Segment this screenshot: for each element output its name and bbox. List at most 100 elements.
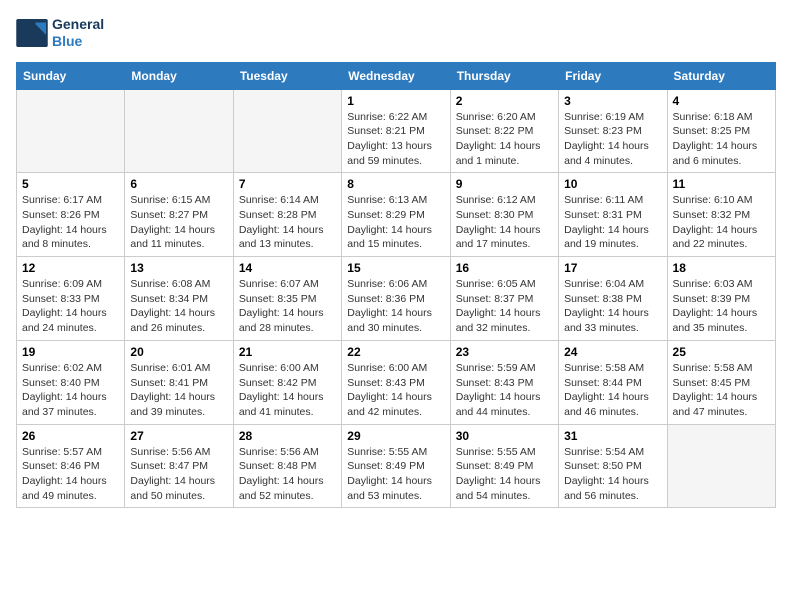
calendar-cell: 9 Sunrise: 6:12 AMSunset: 8:30 PMDaylight… xyxy=(450,173,558,257)
day-number: 7 xyxy=(239,177,336,191)
day-number: 4 xyxy=(673,94,770,108)
calendar-cell: 25Sunrise: 5:58 AMSunset: 8:45 PMDayligh… xyxy=(667,340,775,424)
calendar-cell: 23 Sunrise: 5:59 AMSunset: 8:43 PMDayligh… xyxy=(450,340,558,424)
day-number: 18 xyxy=(673,261,770,275)
day-number: 31 xyxy=(564,429,661,443)
calendar-cell: 11 Sunrise: 6:10 AMSunset: 8:32 PMDayligh… xyxy=(667,173,775,257)
calendar-cell: 18 Sunrise: 6:03 AMSunset: 8:39 PMDayligh… xyxy=(667,257,775,341)
day-info: Sunrise: 6:19 AMSunset: 8:23 PMDaylight:… xyxy=(564,110,661,169)
day-info: Sunrise: 5:56 AMSunset: 8:48 PMDaylight:… xyxy=(239,445,336,504)
day-info: Sunrise: 5:56 AMSunset: 8:47 PMDaylight:… xyxy=(130,445,227,504)
calendar-cell: 5 Sunrise: 6:17 AMSunset: 8:26 PMDaylight… xyxy=(17,173,125,257)
day-info: Sunrise: 6:03 AMSunset: 8:39 PMDaylight:… xyxy=(673,277,770,336)
calendar-cell: 12 Sunrise: 6:09 AMSunset: 8:33 PMDayligh… xyxy=(17,257,125,341)
day-number: 26 xyxy=(22,429,119,443)
day-info: Sunrise: 6:05 AMSunset: 8:37 PMDaylight:… xyxy=(456,277,553,336)
calendar-cell: 10 Sunrise: 6:11 AMSunset: 8:31 PMDayligh… xyxy=(559,173,667,257)
day-info: Sunrise: 6:17 AMSunset: 8:26 PMDaylight:… xyxy=(22,193,119,252)
calendar-cell xyxy=(125,89,233,173)
calendar-cell: 16Sunrise: 6:05 AMSunset: 8:37 PMDayligh… xyxy=(450,257,558,341)
day-info: Sunrise: 6:02 AMSunset: 8:40 PMDaylight:… xyxy=(22,361,119,420)
day-number: 3 xyxy=(564,94,661,108)
day-info: Sunrise: 6:15 AMSunset: 8:27 PMDaylight:… xyxy=(130,193,227,252)
calendar-header-row: SundayMondayTuesdayWednesdayThursdayFrid… xyxy=(17,62,776,89)
day-info: Sunrise: 5:55 AMSunset: 8:49 PMDaylight:… xyxy=(347,445,444,504)
day-number: 15 xyxy=(347,261,444,275)
calendar-cell xyxy=(233,89,341,173)
day-number: 14 xyxy=(239,261,336,275)
calendar-week-row: 1 Sunrise: 6:22 AMSunset: 8:21 PMDaylight… xyxy=(17,89,776,173)
day-info: Sunrise: 6:14 AMSunset: 8:28 PMDaylight:… xyxy=(239,193,336,252)
calendar-week-row: 12 Sunrise: 6:09 AMSunset: 8:33 PMDayligh… xyxy=(17,257,776,341)
day-info: Sunrise: 6:07 AMSunset: 8:35 PMDaylight:… xyxy=(239,277,336,336)
day-number: 9 xyxy=(456,177,553,191)
day-number: 19 xyxy=(22,345,119,359)
calendar-cell: 1 Sunrise: 6:22 AMSunset: 8:21 PMDaylight… xyxy=(342,89,450,173)
day-info: Sunrise: 6:00 AMSunset: 8:43 PMDaylight:… xyxy=(347,361,444,420)
day-number: 2 xyxy=(456,94,553,108)
col-header-sunday: Sunday xyxy=(17,62,125,89)
calendar-cell xyxy=(17,89,125,173)
day-info: Sunrise: 5:59 AMSunset: 8:43 PMDaylight:… xyxy=(456,361,553,420)
day-number: 28 xyxy=(239,429,336,443)
calendar-cell: 19 Sunrise: 6:02 AMSunset: 8:40 PMDayligh… xyxy=(17,340,125,424)
calendar-cell: 7 Sunrise: 6:14 AMSunset: 8:28 PMDaylight… xyxy=(233,173,341,257)
day-number: 23 xyxy=(456,345,553,359)
page-header: General Blue xyxy=(16,16,776,50)
day-info: Sunrise: 5:58 AMSunset: 8:45 PMDaylight:… xyxy=(673,361,770,420)
calendar-cell: 13 Sunrise: 6:08 AMSunset: 8:34 PMDayligh… xyxy=(125,257,233,341)
day-info: Sunrise: 6:04 AMSunset: 8:38 PMDaylight:… xyxy=(564,277,661,336)
calendar-cell: 26 Sunrise: 5:57 AMSunset: 8:46 PMDayligh… xyxy=(17,424,125,508)
day-number: 12 xyxy=(22,261,119,275)
day-number: 20 xyxy=(130,345,227,359)
day-number: 11 xyxy=(673,177,770,191)
col-header-tuesday: Tuesday xyxy=(233,62,341,89)
day-info: Sunrise: 6:01 AMSunset: 8:41 PMDaylight:… xyxy=(130,361,227,420)
day-info: Sunrise: 6:08 AMSunset: 8:34 PMDaylight:… xyxy=(130,277,227,336)
day-info: Sunrise: 6:11 AMSunset: 8:31 PMDaylight:… xyxy=(564,193,661,252)
calendar-week-row: 5 Sunrise: 6:17 AMSunset: 8:26 PMDaylight… xyxy=(17,173,776,257)
day-info: Sunrise: 5:58 AMSunset: 8:44 PMDaylight:… xyxy=(564,361,661,420)
calendar-cell: 14 Sunrise: 6:07 AMSunset: 8:35 PMDayligh… xyxy=(233,257,341,341)
calendar-week-row: 26 Sunrise: 5:57 AMSunset: 8:46 PMDayligh… xyxy=(17,424,776,508)
day-info: Sunrise: 6:22 AMSunset: 8:21 PMDaylight:… xyxy=(347,110,444,169)
day-info: Sunrise: 6:12 AMSunset: 8:30 PMDaylight:… xyxy=(456,193,553,252)
col-header-friday: Friday xyxy=(559,62,667,89)
day-number: 13 xyxy=(130,261,227,275)
calendar-cell: 3 Sunrise: 6:19 AMSunset: 8:23 PMDaylight… xyxy=(559,89,667,173)
calendar-cell: 21 Sunrise: 6:00 AMSunset: 8:42 PMDayligh… xyxy=(233,340,341,424)
calendar-cell: 29Sunrise: 5:55 AMSunset: 8:49 PMDayligh… xyxy=(342,424,450,508)
day-number: 27 xyxy=(130,429,227,443)
calendar-cell: 24Sunrise: 5:58 AMSunset: 8:44 PMDayligh… xyxy=(559,340,667,424)
day-number: 30 xyxy=(456,429,553,443)
day-number: 8 xyxy=(347,177,444,191)
calendar-cell: 8Sunrise: 6:13 AMSunset: 8:29 PMDaylight… xyxy=(342,173,450,257)
day-number: 10 xyxy=(564,177,661,191)
calendar-cell: 15 Sunrise: 6:06 AMSunset: 8:36 PMDayligh… xyxy=(342,257,450,341)
calendar-cell: 6 Sunrise: 6:15 AMSunset: 8:27 PMDaylight… xyxy=(125,173,233,257)
day-info: Sunrise: 5:55 AMSunset: 8:49 PMDaylight:… xyxy=(456,445,553,504)
day-info: Sunrise: 6:09 AMSunset: 8:33 PMDaylight:… xyxy=(22,277,119,336)
day-number: 21 xyxy=(239,345,336,359)
calendar-cell: 4 Sunrise: 6:18 AMSunset: 8:25 PMDaylight… xyxy=(667,89,775,173)
logo: General Blue xyxy=(16,16,104,50)
day-number: 5 xyxy=(22,177,119,191)
calendar-cell: 20 Sunrise: 6:01 AMSunset: 8:41 PMDayligh… xyxy=(125,340,233,424)
day-info: Sunrise: 6:18 AMSunset: 8:25 PMDaylight:… xyxy=(673,110,770,169)
calendar-cell: 17 Sunrise: 6:04 AMSunset: 8:38 PMDayligh… xyxy=(559,257,667,341)
day-info: Sunrise: 6:10 AMSunset: 8:32 PMDaylight:… xyxy=(673,193,770,252)
calendar-cell: 27 Sunrise: 5:56 AMSunset: 8:47 PMDayligh… xyxy=(125,424,233,508)
col-header-thursday: Thursday xyxy=(450,62,558,89)
calendar-cell: 28 Sunrise: 5:56 AMSunset: 8:48 PMDayligh… xyxy=(233,424,341,508)
day-number: 1 xyxy=(347,94,444,108)
logo-text: General Blue xyxy=(52,16,104,50)
day-number: 6 xyxy=(130,177,227,191)
day-info: Sunrise: 5:57 AMSunset: 8:46 PMDaylight:… xyxy=(22,445,119,504)
day-info: Sunrise: 6:00 AMSunset: 8:42 PMDaylight:… xyxy=(239,361,336,420)
day-info: Sunrise: 6:20 AMSunset: 8:22 PMDaylight:… xyxy=(456,110,553,169)
day-info: Sunrise: 6:06 AMSunset: 8:36 PMDaylight:… xyxy=(347,277,444,336)
calendar-week-row: 19 Sunrise: 6:02 AMSunset: 8:40 PMDayligh… xyxy=(17,340,776,424)
day-number: 17 xyxy=(564,261,661,275)
col-header-monday: Monday xyxy=(125,62,233,89)
calendar-cell: 31Sunrise: 5:54 AMSunset: 8:50 PMDayligh… xyxy=(559,424,667,508)
